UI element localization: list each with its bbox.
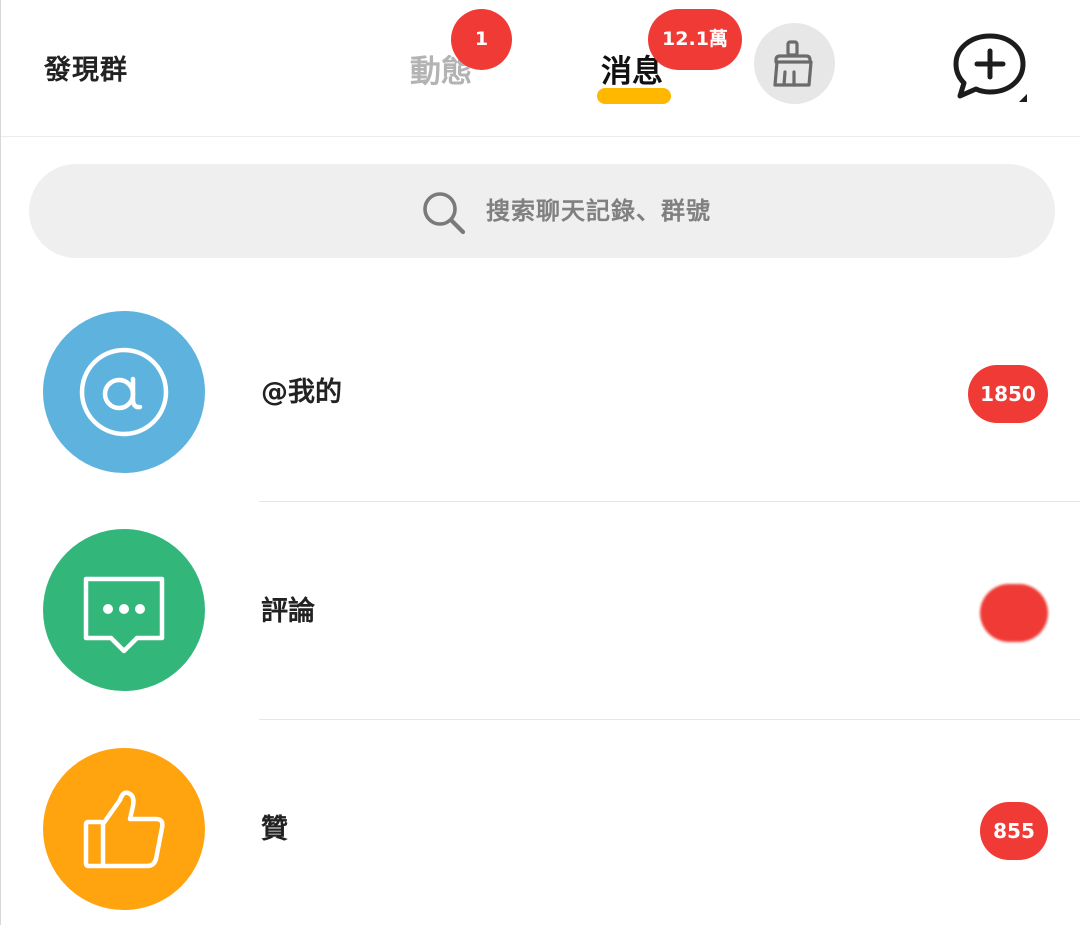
tab-dynamic-badge: 1 [451,9,512,70]
likes-label: 贊 [261,814,288,845]
message-center-screen: 發現群 動態 1 消息 12.1萬 搜索聊天記錄、群號 @我的 1850 評論 … [0,0,1080,925]
tab-messages-badge: 12.1萬 [648,9,742,70]
likes-avatar [43,748,205,910]
comment-bubble-icon [83,576,165,654]
comments-count-badge [980,584,1048,642]
new-chat-button[interactable] [949,30,1033,104]
search-bar[interactable]: 搜索聊天記錄、群號 [29,164,1055,258]
mentions-avatar [43,311,205,473]
broom-icon [773,40,813,87]
likes-count-badge: 855 [980,802,1048,860]
list-item-likes[interactable]: 贊 855 [1,720,1080,925]
list-item-mentions[interactable]: @我的 1850 [1,283,1080,501]
comments-avatar [43,529,205,691]
mentions-label: @我的 [261,377,342,408]
thumbs-up-icon [83,790,165,869]
mentions-count-badge: 1850 [968,365,1048,423]
comments-label: 評論 [261,596,315,627]
search-icon [423,192,466,235]
search-placeholder: 搜索聊天記錄、群號 [486,197,711,225]
list-item-comments[interactable]: 評論 [1,502,1080,720]
chat-plus-icon [953,33,1027,102]
clear-unread-button[interactable] [754,23,835,104]
at-sign-icon [79,347,169,437]
discover-groups-button[interactable]: 發現群 [44,53,128,89]
top-bar: 發現群 動態 1 消息 12.1萬 [1,0,1080,137]
